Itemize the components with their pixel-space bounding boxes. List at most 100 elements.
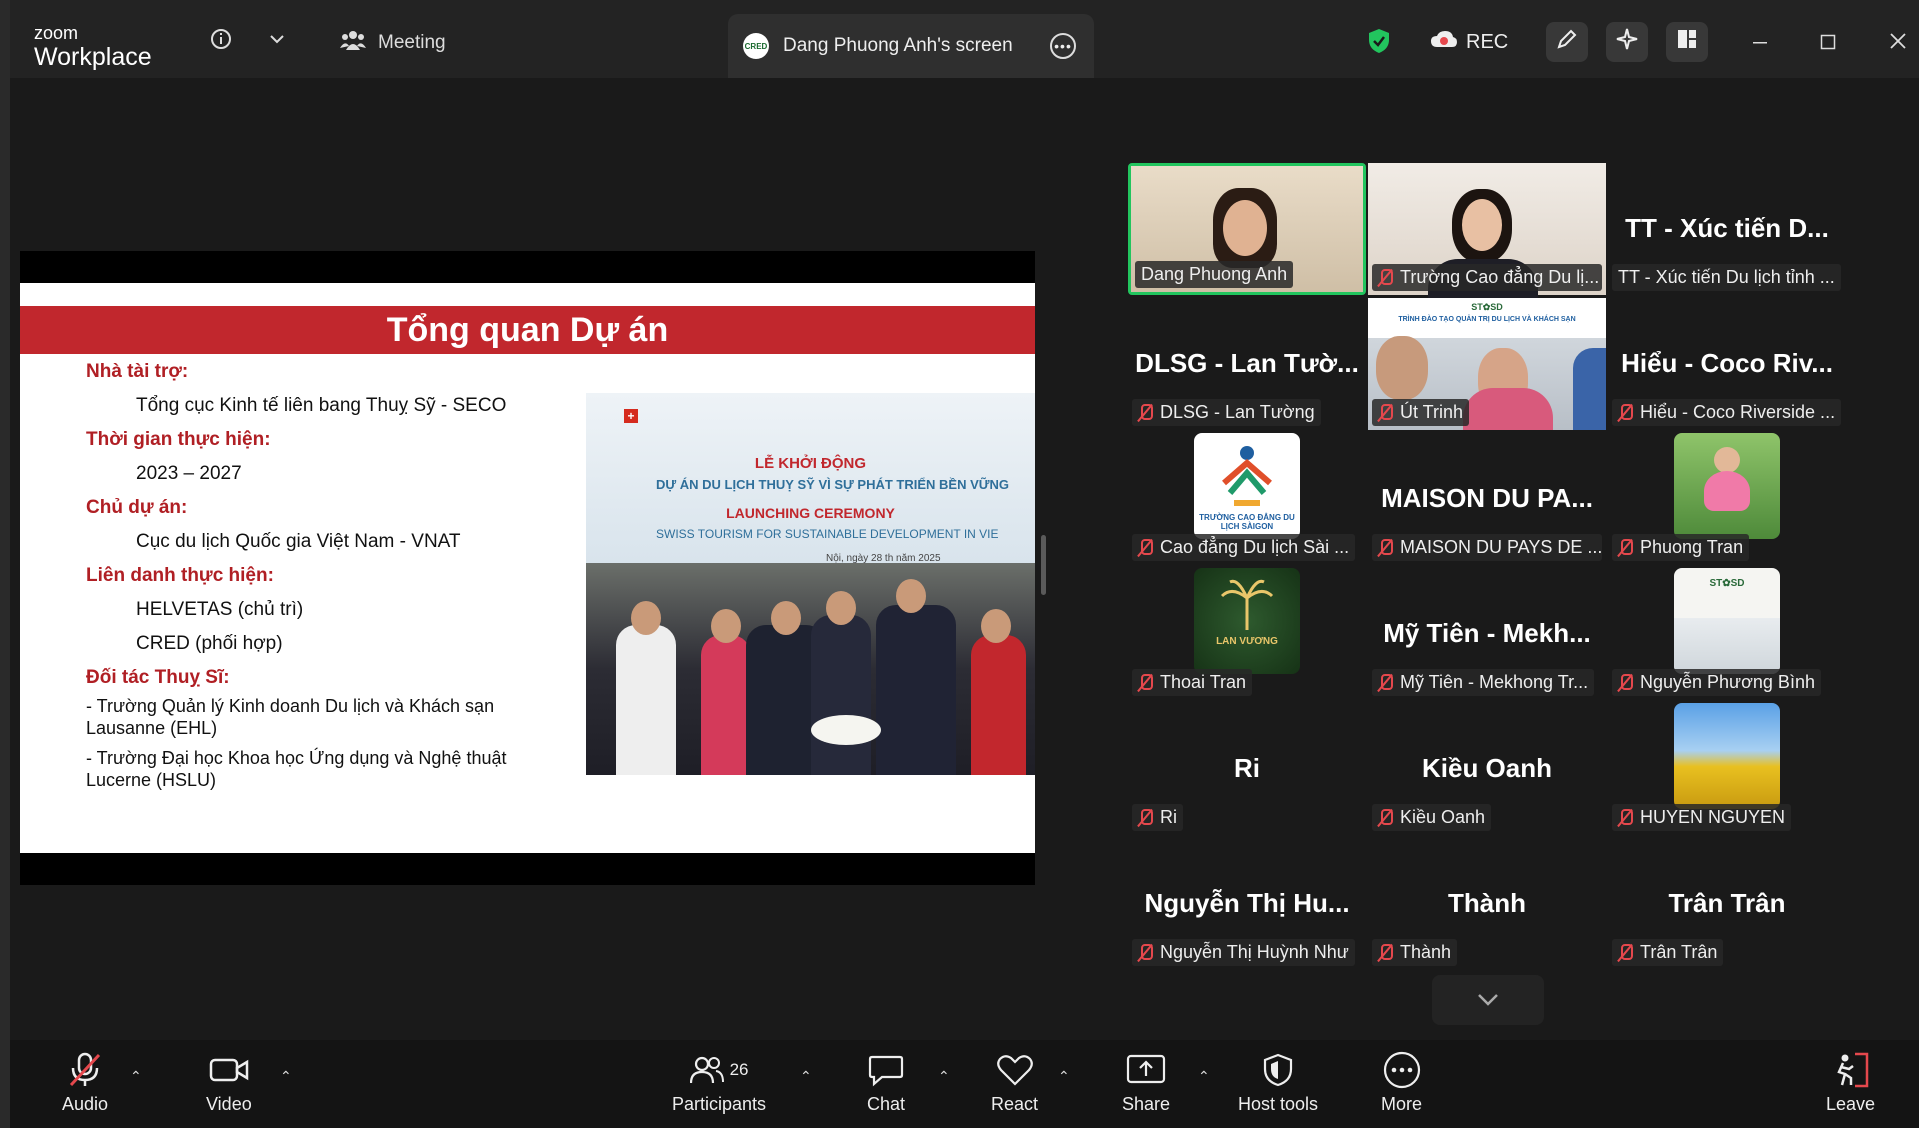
- tab-shared-screen[interactable]: CRED Dang Phuong Anh's screen •••: [728, 14, 1094, 78]
- video-button[interactable]: Video: [206, 1050, 252, 1115]
- participant-name: Nguyễn Phương Bình: [1612, 669, 1821, 696]
- more-dots-icon: [1383, 1050, 1421, 1090]
- participant-tile[interactable]: Phuong Tran: [1608, 433, 1846, 565]
- shared-screen-view[interactable]: Tổng quan Dự án Nhà tài trợ: Tổng cục Ki…: [20, 251, 1035, 885]
- slide-item: Cục du lịch Quốc gia Việt Nam - VNAT: [136, 531, 461, 552]
- participant-display-name: Hiểu - Coco Riv...: [1621, 348, 1833, 378]
- participant-tile[interactable]: ST✿SD Nguyễn Phương Bình: [1608, 568, 1846, 700]
- sparkle-icon: [1615, 27, 1639, 57]
- participant-tile[interactable]: Nguyễn Thị Hu... Nguyễn Thị Huỳnh Như: [1128, 838, 1366, 970]
- chevron-down-icon[interactable]: [262, 24, 292, 54]
- ai-companion-button[interactable]: [1606, 22, 1648, 62]
- participant-tile[interactable]: Trân Trân Trân Trân: [1608, 838, 1846, 970]
- participant-display-name: MAISON DU PA...: [1381, 483, 1593, 513]
- participants-button[interactable]: 26 Participants: [672, 1050, 766, 1115]
- mic-muted-icon: [1138, 538, 1153, 557]
- app-logo: zoom Workplace: [34, 24, 152, 70]
- participant-name: Thoai Tran: [1132, 669, 1253, 696]
- photo-text: DỰ ÁN DU LỊCH THUỴ SỸ VÌ SỰ PHÁT TRIỂN B…: [656, 477, 1010, 492]
- slide-title: Tổng quan Dự án: [20, 306, 1035, 354]
- participants-count: 26: [729, 1060, 749, 1079]
- more-button[interactable]: More: [1381, 1050, 1422, 1115]
- mic-muted-icon: [1378, 403, 1393, 422]
- participant-tile[interactable]: HUYEN NGUYEN: [1608, 703, 1846, 835]
- participant-tile[interactable]: MAISON DU PA... MAISON DU PAYS DE ...: [1368, 433, 1606, 565]
- participant-name: Ri: [1132, 804, 1183, 831]
- minimize-icon[interactable]: [1748, 30, 1772, 56]
- audio-options-caret[interactable]: ⌃: [130, 1068, 142, 1085]
- participant-tile[interactable]: TT - Xúc tiến D... TT - Xúc tiến Du lịch…: [1608, 163, 1846, 295]
- ceremony-photo: + LỄ KHỞI ĐỘNG DỰ ÁN DU LỊCH THUỴ SỸ VÌ …: [586, 393, 1035, 775]
- participant-tile[interactable]: TRƯỜNG CAO ĐẲNG DU LỊCH SÀIGON Cao đẳng …: [1128, 433, 1366, 565]
- participant-tile[interactable]: Ri Ri: [1128, 703, 1366, 835]
- participant-tile[interactable]: DLSG - Lan Tườ... DLSG - Lan Tường: [1128, 298, 1366, 430]
- photo-text: SWISS TOURISM FOR SUSTAINABLE DEVELOPMEN…: [656, 527, 999, 541]
- record-button[interactable]: REC: [1430, 30, 1508, 54]
- video-options-caret[interactable]: ⌃: [280, 1068, 292, 1085]
- mic-muted-icon: [1378, 538, 1393, 557]
- participant-name: HUYEN NGUYEN: [1612, 804, 1792, 831]
- participants-group-icon: [340, 28, 366, 58]
- chat-bubble-icon: [868, 1050, 904, 1090]
- audio-label: Audio: [62, 1094, 109, 1114]
- layout-grid-icon: [1676, 28, 1698, 56]
- participant-name: Dang Phuong Anh: [1135, 261, 1294, 288]
- top-bar: zoom Workplace Meeting CRED Dang Phuong …: [10, 0, 1919, 78]
- gallery-scroll-down-button[interactable]: [1432, 975, 1544, 1025]
- avatar-caption: ST✿SD: [1709, 578, 1745, 589]
- share-screen-icon: [1126, 1050, 1166, 1090]
- participant-name: DLSG - Lan Tường: [1132, 399, 1321, 426]
- participant-tile[interactable]: LAN VƯƠNG Thoai Tran: [1128, 568, 1366, 700]
- cred-badge-icon: CRED: [743, 33, 769, 59]
- participant-tile[interactable]: ST✿SD TRÌNH ĐÀO TẠO QUẢN TRỊ DU LỊCH VÀ …: [1368, 298, 1606, 430]
- participant-tile[interactable]: Trường Cao đẳng Du lị...: [1368, 163, 1606, 299]
- more-options-icon[interactable]: •••: [1050, 33, 1076, 59]
- participants-options-caret[interactable]: ⌃: [800, 1068, 812, 1085]
- banner-text: TRÌNH ĐÀO TẠO QUẢN TRỊ DU LỊCH VÀ KHÁCH …: [1398, 316, 1576, 323]
- view-layout-button[interactable]: [1666, 22, 1708, 62]
- share-options-caret[interactable]: ⌃: [1198, 1068, 1210, 1085]
- participants-icon: 26: [689, 1050, 749, 1090]
- avatar-caption: LAN VƯƠNG: [1216, 636, 1278, 647]
- participant-tile[interactable]: Dang Phuong Anh: [1128, 163, 1366, 295]
- react-button[interactable]: React: [991, 1050, 1038, 1115]
- participant-display-name: Thành: [1448, 888, 1526, 918]
- participant-tile[interactable]: Hiểu - Coco Riv... Hiểu - Coco Riverside…: [1608, 298, 1846, 430]
- record-label: REC: [1466, 30, 1509, 53]
- participant-name: Kiều Oanh: [1372, 804, 1492, 831]
- share-button[interactable]: Share: [1122, 1050, 1170, 1115]
- participants-label: Participants: [672, 1094, 767, 1114]
- shield-icon: [1263, 1050, 1293, 1090]
- slide-partner: - Trường Quản lý Kinh doanh Du lịch và K…: [86, 696, 495, 738]
- chat-options-caret[interactable]: ⌃: [938, 1068, 950, 1085]
- bottom-toolbar: Audio ⌃ Video ⌃ 26 Participants ⌃ Chat ⌃…: [10, 1040, 1919, 1128]
- slide-item: HELVETAS (chủ trì): [136, 599, 304, 620]
- host-tools-button[interactable]: Host tools: [1238, 1050, 1318, 1115]
- participant-avatar: TRƯỜNG CAO ĐẲNG DU LỊCH SÀIGON: [1194, 433, 1300, 539]
- maximize-icon[interactable]: [1816, 30, 1840, 56]
- resize-handle[interactable]: [1041, 535, 1046, 595]
- participant-display-name: Nguyễn Thị Hu...: [1144, 888, 1350, 918]
- pencil-icon: [1556, 28, 1578, 56]
- info-icon[interactable]: [206, 24, 236, 54]
- leave-button[interactable]: Leave: [1826, 1050, 1875, 1115]
- annotate-button[interactable]: [1546, 22, 1588, 62]
- mic-muted-icon: [1138, 943, 1153, 962]
- participant-display-name: TT - Xúc tiến D...: [1625, 213, 1829, 243]
- chat-button[interactable]: Chat: [867, 1050, 905, 1115]
- tab-meeting[interactable]: Meeting: [340, 28, 446, 58]
- participant-avatar: [1674, 433, 1780, 539]
- close-icon[interactable]: [1886, 30, 1910, 56]
- logo-workplace: Workplace: [34, 43, 152, 71]
- participant-tile[interactable]: Mỹ Tiên - Mekh... Mỹ Tiên - Mekhong Tr..…: [1368, 568, 1606, 700]
- react-options-caret[interactable]: ⌃: [1058, 1068, 1070, 1085]
- audio-button[interactable]: Audio: [62, 1050, 108, 1115]
- more-label: More: [1381, 1094, 1423, 1114]
- mic-muted-icon: [1618, 673, 1633, 692]
- security-shield-icon[interactable]: [1368, 28, 1390, 54]
- participant-tile[interactable]: Kiều Oanh Kiều Oanh: [1368, 703, 1606, 835]
- slide-heading-owner: Chủ dự án:: [86, 497, 188, 518]
- heart-icon: [996, 1050, 1034, 1090]
- mic-muted-icon: [1378, 268, 1393, 287]
- participant-tile[interactable]: Thành Thành: [1368, 838, 1606, 970]
